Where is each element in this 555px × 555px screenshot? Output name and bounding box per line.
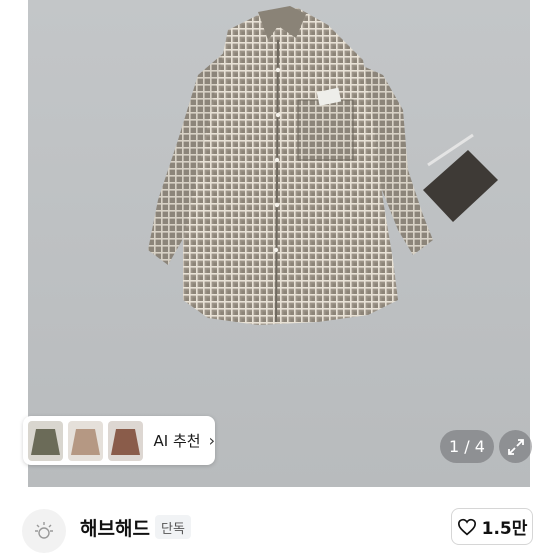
beige-check-shirt-thumbnail[interactable] bbox=[67, 420, 103, 461]
shop-avatar[interactable] bbox=[22, 509, 66, 553]
chevron-right-icon: › bbox=[208, 431, 215, 450]
expand-arrows-icon bbox=[507, 438, 524, 455]
olive-shirt-thumbnail[interactable] bbox=[28, 420, 63, 461]
ai-recommend-label: AI 추천 bbox=[153, 432, 201, 450]
shop-logo-icon bbox=[35, 522, 53, 539]
shop-name[interactable]: 해브해드 bbox=[80, 514, 150, 541]
like-button[interactable]: 1.5만 bbox=[451, 508, 533, 545]
heart-outline-icon bbox=[457, 518, 476, 535]
exclusive-badge: 단독 bbox=[155, 515, 191, 539]
checked-shirt-photo bbox=[148, 6, 498, 325]
like-count: 1.5만 bbox=[481, 519, 528, 539]
product-image[interactable] bbox=[28, 0, 530, 487]
expand-button[interactable] bbox=[499, 430, 532, 463]
image-counter: 1 / 4 bbox=[440, 430, 494, 463]
ai-recommend-button[interactable]: AI 추천 › bbox=[23, 416, 215, 465]
brown-shirt-thumbnail[interactable] bbox=[107, 420, 143, 461]
